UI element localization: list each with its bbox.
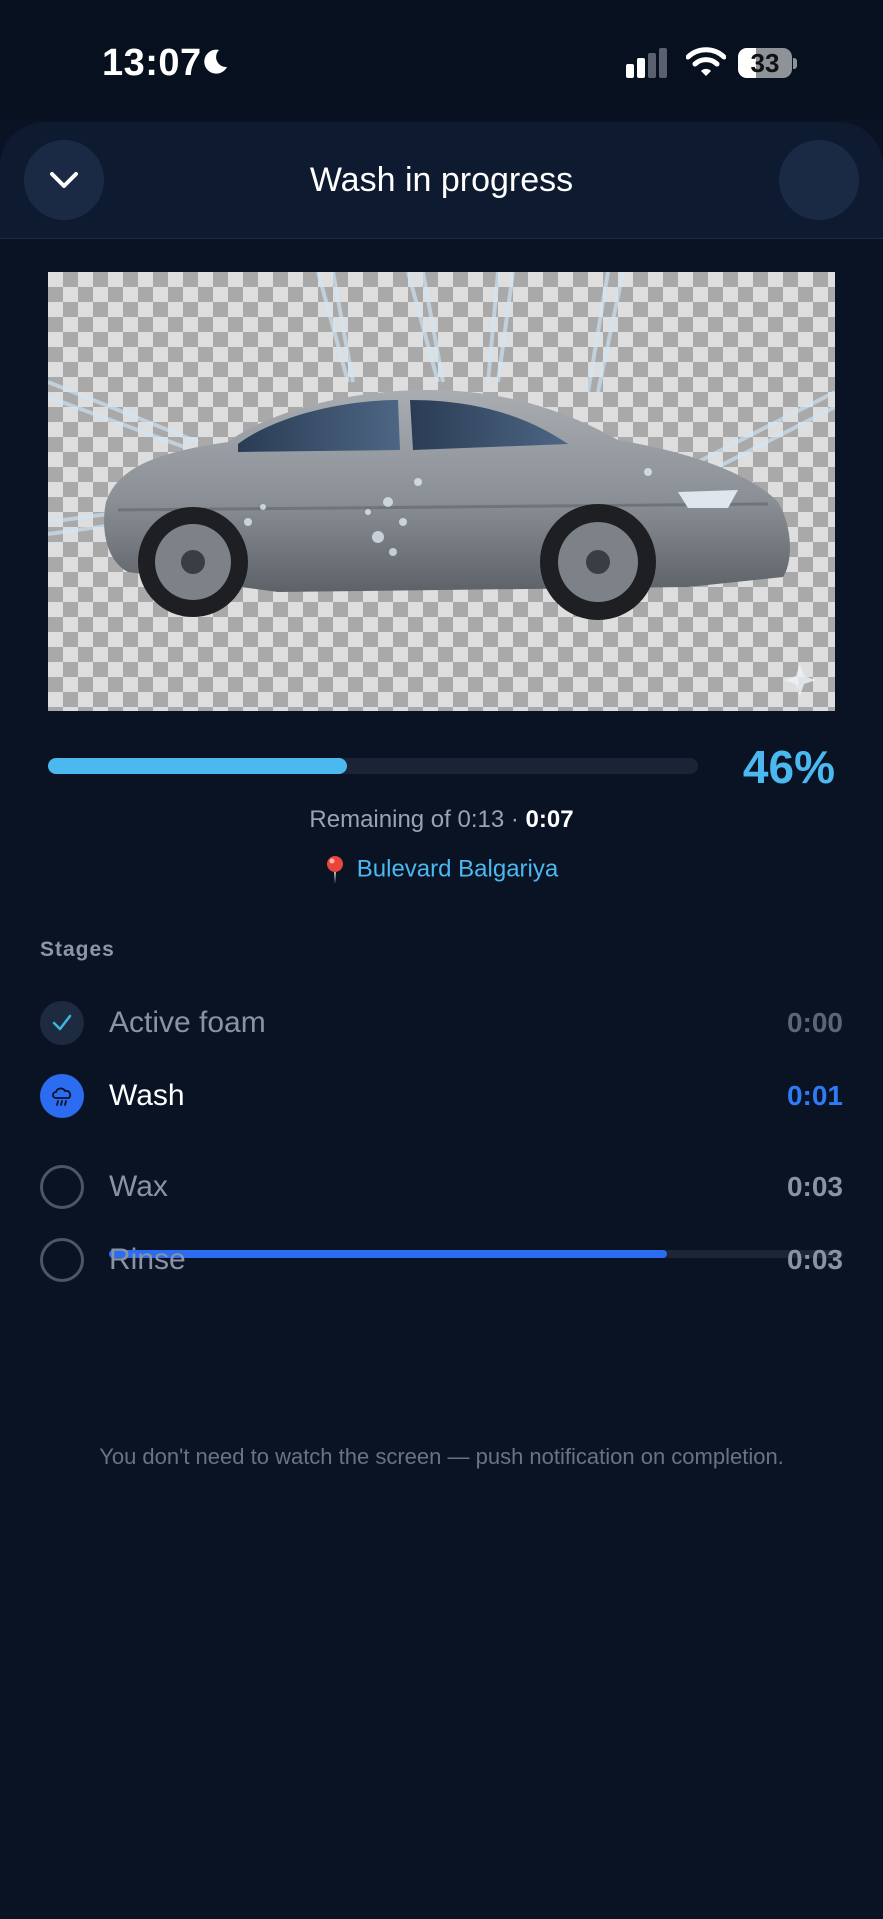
moon-icon	[204, 49, 227, 74]
stage-duration: 0:03	[786, 1171, 843, 1202]
sheet-header: Wash in progress	[0, 122, 883, 239]
status-time: 13:07	[102, 42, 202, 84]
stage-name: Active foam	[109, 1006, 266, 1039]
stage-name: Wash	[109, 1079, 185, 1112]
stage-active-foam: Active foam 0:00	[40, 999, 843, 1049]
stage-duration: 0:00	[786, 1007, 843, 1038]
overall-progress-fill	[48, 758, 347, 774]
remaining-prefix: Remaining of 0:13 ·	[309, 806, 526, 833]
chevron-down-icon	[50, 172, 78, 188]
stages-heading: Stages	[40, 938, 115, 961]
stage-wax: Wax 0:03	[40, 1163, 843, 1213]
stage-done-indicator	[40, 1001, 84, 1045]
pin-icon	[326, 856, 343, 884]
check-icon	[52, 1014, 72, 1031]
overall-progress-bar	[48, 758, 698, 774]
status-bar: 13:07 33	[0, 0, 883, 120]
notification-note: You don't need to watch the screen — pus…	[99, 1444, 784, 1469]
remaining-value: 0:07	[525, 806, 574, 833]
remaining-time: Remaining of 0:13 · 0:07	[0, 806, 883, 834]
stage-wash: Wash 0:01	[40, 1072, 843, 1122]
menu-button[interactable]	[779, 140, 859, 220]
stage-name: Rinse	[109, 1243, 186, 1276]
wifi-icon	[686, 47, 726, 76]
car-wash-image	[48, 272, 835, 711]
stage-name: Wax	[109, 1170, 168, 1203]
stage-pending-indicator	[40, 1165, 84, 1209]
progress-percent: 46%	[742, 741, 835, 793]
rain-cloud-icon	[52, 1087, 72, 1106]
battery-level: 33	[750, 48, 780, 78]
stage-pending-indicator	[40, 1238, 84, 1282]
stage-duration: 0:03	[786, 1244, 843, 1275]
stage-active-indicator	[40, 1074, 84, 1118]
stage-duration: 0:01	[786, 1080, 843, 1111]
location-link[interactable]: Bulevard Balgariya	[0, 855, 883, 885]
page-title: Wash in progress	[309, 161, 574, 199]
signal-icon	[626, 48, 667, 78]
stage-rinse: Rinse 0:03	[40, 1236, 843, 1286]
location-label: Bulevard Balgariya	[356, 855, 559, 883]
battery-icon: 33	[738, 48, 797, 80]
wash-sheet: Wash in progress 46% Remaining of 0:13 ·…	[0, 122, 883, 1919]
collapse-button[interactable]	[24, 140, 104, 220]
